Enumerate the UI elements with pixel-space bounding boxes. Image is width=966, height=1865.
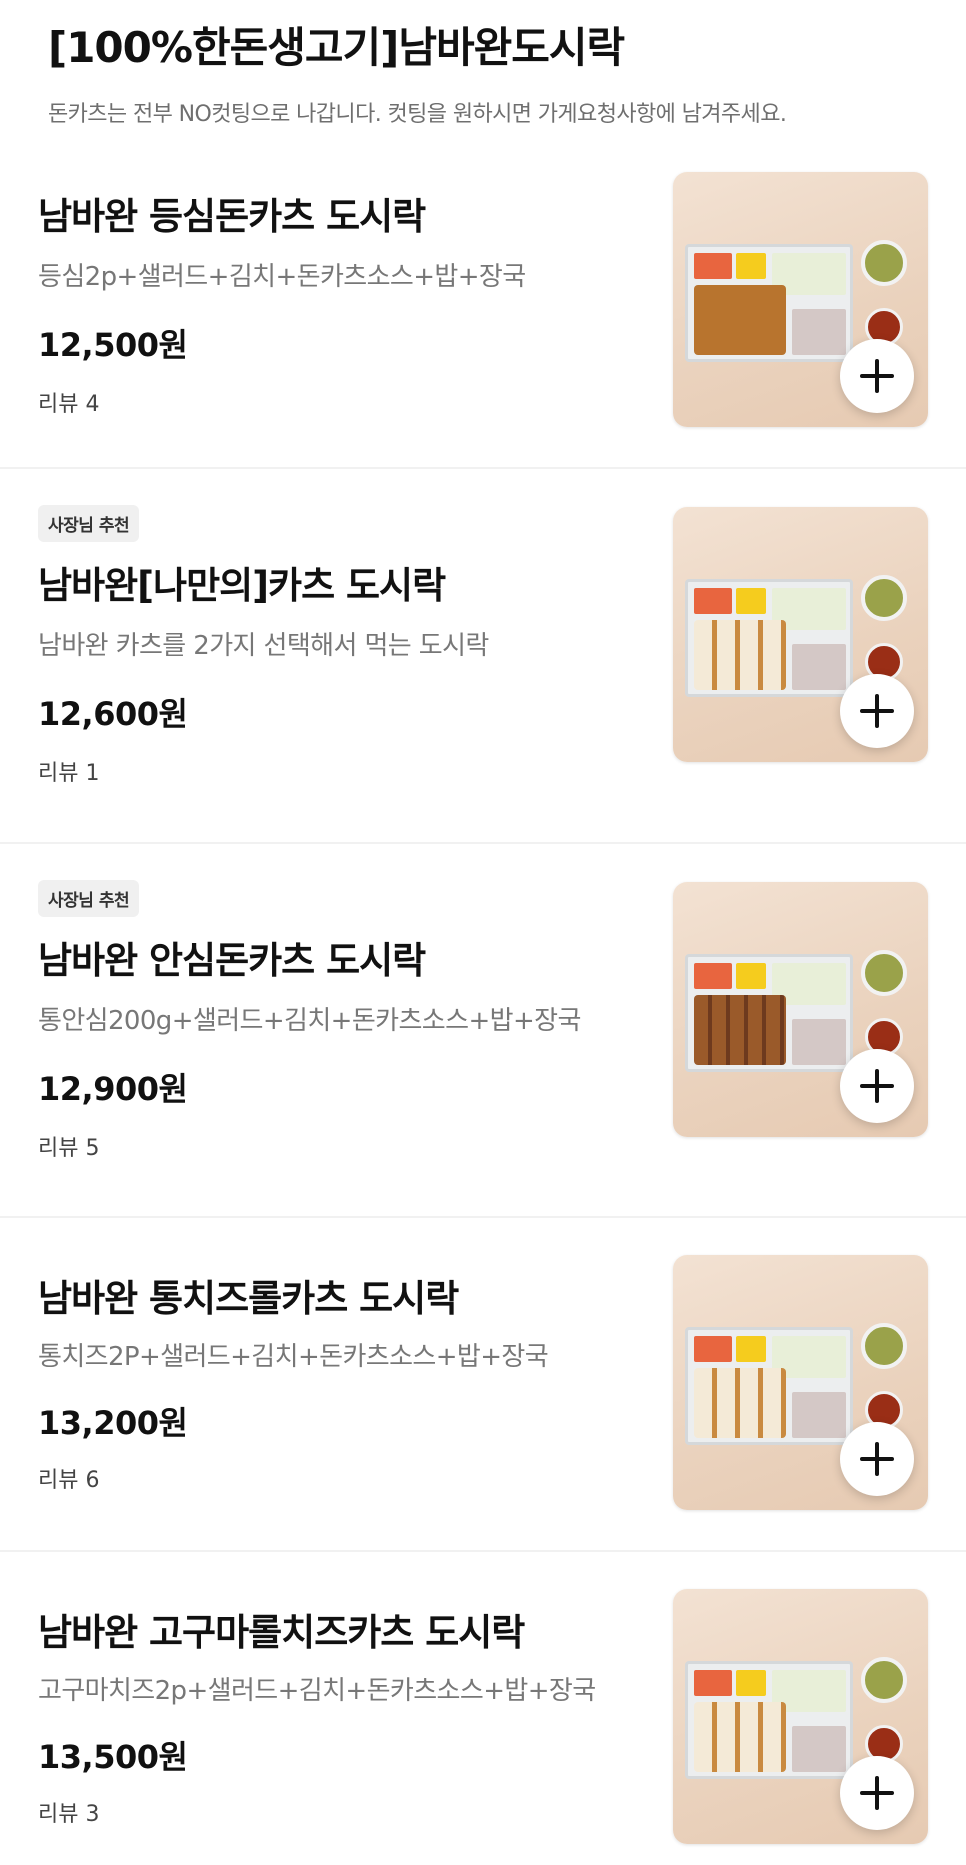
menu-item[interactable]: 남바완 통치즈롤카츠 도시락 통치즈2P+샐러드+김치+돈카츠소스+밥+장국 1… <box>0 1218 966 1552</box>
owner-recommend-badge: 사장님 추천 <box>38 505 140 542</box>
menu-item-name: 남바완 통치즈롤카츠 도시락 <box>38 1277 459 1320</box>
lunchbox-tray <box>685 244 853 362</box>
menu-item-price: 13,500원 <box>38 1738 188 1776</box>
section-notice: 돈카츠는 전부 NO컷팅으로 나갑니다. 컷팅을 원하시면 가게요청사항에 남겨… <box>48 102 787 127</box>
menu-item-description: 남바완 카츠를 2가지 선택해서 먹는 도시락 <box>38 631 489 661</box>
menu-item-image[interactable] <box>673 1589 928 1844</box>
section-title: [100%한돈생고기]남바완도시락 <box>48 23 625 72</box>
add-to-cart-button[interactable] <box>840 339 914 413</box>
menu-item-image[interactable] <box>673 507 928 762</box>
section-header: [100%한돈생고기]남바완도시락 돈카츠는 전부 NO컷팅으로 나갑니다. 컷… <box>0 0 966 160</box>
add-to-cart-button[interactable] <box>840 1422 914 1496</box>
menu-item-name: 남바완 안심돈카츠 도시락 <box>38 939 426 982</box>
menu-item-name: 남바완 등심돈카츠 도시락 <box>38 195 426 238</box>
menu-item-image[interactable] <box>673 172 928 427</box>
plus-icon <box>860 1069 894 1103</box>
menu-item-image[interactable] <box>673 882 928 1137</box>
menu-page: [100%한돈생고기]남바완도시락 돈카츠는 전부 NO컷팅으로 나갑니다. 컷… <box>0 0 966 1865</box>
menu-item[interactable]: 남바완 등심돈카츠 도시락 등심2p+샐러드+김치+돈카츠소스+밥+장국 12,… <box>0 160 966 469</box>
add-to-cart-button[interactable] <box>840 674 914 748</box>
lunchbox-tray <box>685 954 853 1072</box>
plus-icon <box>860 1442 894 1476</box>
lunchbox-tray <box>685 1661 853 1779</box>
menu-item-review-count: 리뷰 4 <box>38 392 100 417</box>
menu-item-price: 12,500원 <box>38 326 188 364</box>
lunchbox-tray <box>685 579 853 697</box>
menu-item-price: 12,600원 <box>38 695 188 733</box>
menu-item-description: 고구마치즈2p+샐러드+김치+돈카츠소스+밥+장국 <box>38 1676 596 1706</box>
menu-item-price: 13,200원 <box>38 1404 188 1442</box>
plus-icon <box>860 694 894 728</box>
menu-item-name: 남바완[나만의]카츠 도시락 <box>38 564 446 607</box>
add-to-cart-button[interactable] <box>840 1049 914 1123</box>
menu-item-review-count: 리뷰 3 <box>38 1802 100 1827</box>
owner-recommend-badge: 사장님 추천 <box>38 880 140 917</box>
menu-item-description: 통치즈2P+샐러드+김치+돈카츠소스+밥+장국 <box>38 1342 549 1372</box>
plus-icon <box>860 1776 894 1810</box>
menu-item-price: 12,900원 <box>38 1070 188 1108</box>
menu-item-review-count: 리뷰 6 <box>38 1468 100 1493</box>
menu-item-name: 남바완 고구마롤치즈카츠 도시락 <box>38 1611 525 1654</box>
menu-item-image[interactable] <box>673 1255 928 1510</box>
add-to-cart-button[interactable] <box>840 1756 914 1830</box>
lunchbox-tray <box>685 1327 853 1445</box>
menu-item-review-count: 리뷰 1 <box>38 761 100 786</box>
menu-item[interactable]: 사장님 추천 남바완[나만의]카츠 도시락 남바완 카츠를 2가지 선택해서 먹… <box>0 469 966 844</box>
menu-item-review-count: 리뷰 5 <box>38 1136 100 1161</box>
menu-item[interactable]: 사장님 추천 남바완 안심돈카츠 도시락 통안심200g+샐러드+김치+돈카츠소… <box>0 844 966 1218</box>
menu-item-description: 등심2p+샐러드+김치+돈카츠소스+밥+장국 <box>38 262 526 292</box>
plus-icon <box>860 359 894 393</box>
menu-item-description: 통안심200g+샐러드+김치+돈카츠소스+밥+장국 <box>38 1006 581 1036</box>
menu-item[interactable]: 남바완 고구마롤치즈카츠 도시락 고구마치즈2p+샐러드+김치+돈카츠소스+밥+… <box>0 1552 966 1865</box>
